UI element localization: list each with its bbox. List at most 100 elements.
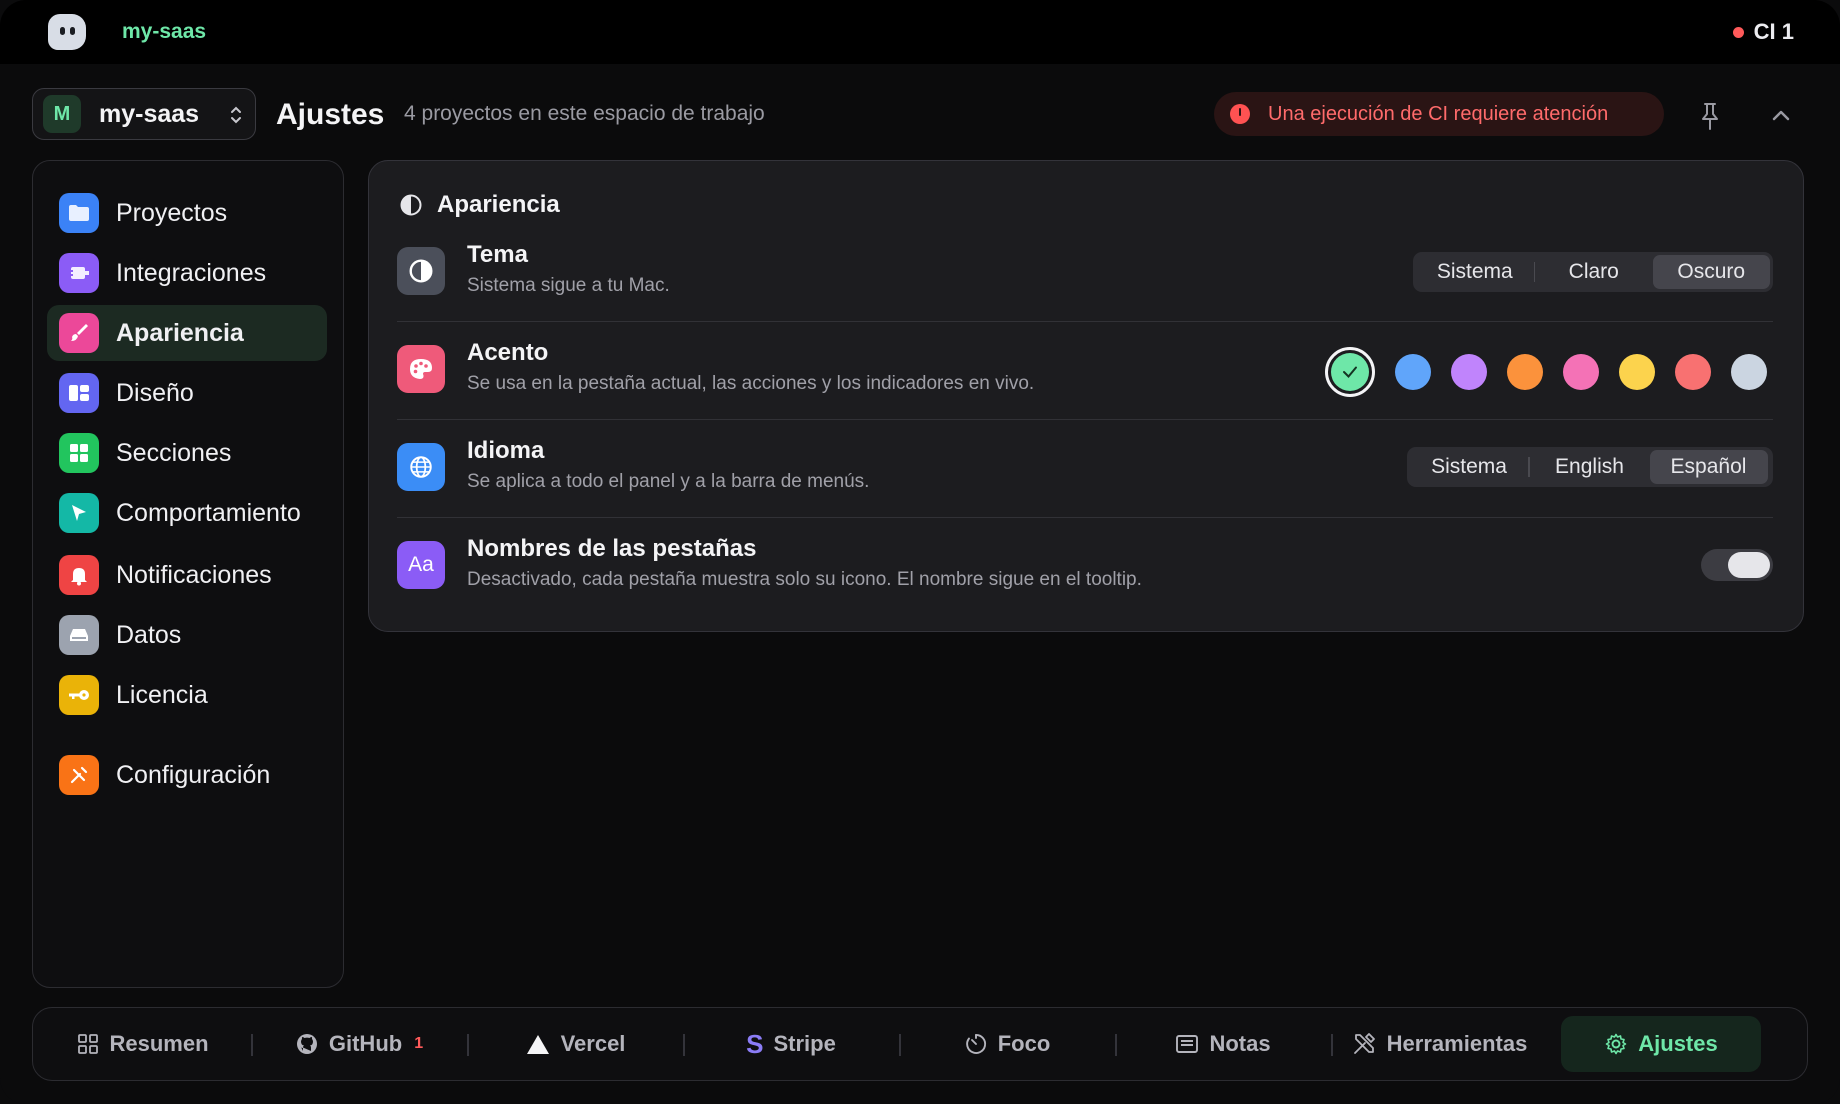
chevron-up-icon[interactable]: [1766, 100, 1796, 130]
check-icon: [1343, 366, 1357, 378]
accent-title: Acento: [467, 339, 549, 366]
sidebar-item-label: Diseño: [116, 378, 194, 407]
accent-swatch-blue[interactable]: [1395, 354, 1431, 390]
tab-names-title: Nombres de las pestañas: [467, 535, 757, 562]
paintbrush-icon: [59, 313, 99, 353]
tools-icon: [1351, 1031, 1377, 1057]
ci-status-label: CI 1: [1753, 19, 1794, 44]
bottom-tab-bar: Resumen GitHub 1 Vercel S Stripe Foco No…: [32, 1007, 1808, 1081]
accent-swatches: [1325, 347, 1767, 397]
accent-swatch-gray[interactable]: [1731, 354, 1767, 390]
accent-swatch-green[interactable]: [1325, 347, 1375, 397]
page-title: Ajustes: [276, 98, 385, 131]
appearance-card: Apariencia Tema Sistema sigue a tu Mac. …: [368, 160, 1804, 632]
tab-names-toggle[interactable]: [1701, 549, 1773, 581]
grid-icon: [77, 1033, 99, 1055]
sidebar-item-diseno[interactable]: Diseño: [47, 365, 327, 421]
tab-label: Herramientas: [1386, 1031, 1528, 1056]
key-icon: [59, 675, 99, 715]
workspace-name: my-saas: [99, 99, 200, 128]
theme-title: Tema: [467, 241, 528, 268]
tools-icon: [59, 755, 99, 795]
language-option-sistema[interactable]: Sistema: [1410, 450, 1528, 484]
accent-swatch-yellow[interactable]: [1619, 354, 1655, 390]
alert-icon: [1230, 104, 1250, 124]
workspace-selector[interactable]: M my-saas: [32, 88, 256, 140]
accent-swatch-purple[interactable]: [1451, 354, 1487, 390]
accent-swatch-red[interactable]: [1675, 354, 1711, 390]
sidebar-item-configuracion[interactable]: Configuración: [47, 747, 327, 803]
ci-status-dot-icon: [1732, 26, 1744, 38]
palette-icon: [397, 345, 445, 393]
sidebar-item-label: Notificaciones: [116, 560, 272, 589]
drive-icon: [59, 615, 99, 655]
page-subtitle: 4 proyectos en este espacio de trabajo: [404, 102, 765, 125]
sidebar-item-label: Datos: [116, 620, 182, 649]
language-title: Idioma: [467, 437, 545, 464]
language-row: Idioma Se aplica a todo el panel y a la …: [397, 419, 1773, 517]
tab-resumen[interactable]: Resumen: [43, 1016, 243, 1072]
language-option-espanol[interactable]: Español: [1649, 450, 1768, 484]
tab-herramientas[interactable]: Herramientas: [1339, 1016, 1539, 1072]
tab-names-description: Desactivado, cada pestaña muestra solo s…: [467, 569, 1142, 590]
sidebar-item-label: Configuración: [116, 760, 271, 789]
accent-swatch-pink[interactable]: [1563, 354, 1599, 390]
tab-vercel[interactable]: Vercel: [475, 1016, 675, 1072]
accent-row: Acento Se usa en la pestaña actual, las …: [397, 321, 1773, 419]
sidebar-item-integraciones[interactable]: Integraciones: [47, 245, 327, 301]
sidebar-item-datos[interactable]: Datos: [47, 607, 327, 663]
sidebar-item-notificaciones[interactable]: Notificaciones: [47, 547, 327, 603]
tab-label: Notas: [1209, 1031, 1271, 1056]
sidebar-item-comportamiento[interactable]: Comportamiento: [47, 485, 327, 541]
tab-label: Vercel: [560, 1031, 626, 1056]
plug-icon: [59, 253, 99, 293]
github-badge: 1: [414, 1035, 424, 1052]
cursor-icon: [59, 493, 99, 533]
theme-option-oscuro[interactable]: Oscuro: [1652, 255, 1770, 289]
app-logo-icon[interactable]: [48, 14, 86, 50]
theme-description: Sistema sigue a tu Mac.: [467, 275, 670, 296]
sidebar-item-secciones[interactable]: Secciones: [47, 425, 327, 481]
layout-icon: [59, 373, 99, 413]
tab-notas[interactable]: Notas: [1123, 1016, 1323, 1072]
tab-label: Stripe: [773, 1031, 836, 1056]
ci-status-indicator[interactable]: CI 1: [1732, 19, 1794, 45]
workspace-avatar: M: [43, 95, 81, 133]
sidebar-item-proyectos[interactable]: Proyectos: [47, 185, 327, 241]
theme-option-claro[interactable]: Claro: [1535, 255, 1653, 289]
language-option-english[interactable]: English: [1530, 450, 1650, 484]
settings-sidebar: Proyectos Integraciones Apariencia Diseñ…: [32, 160, 344, 988]
ci-alert-banner[interactable]: Una ejecución de CI requiere atención: [1214, 92, 1664, 136]
bell-icon: [59, 555, 99, 595]
language-description: Se aplica a todo el panel y a la barra d…: [467, 471, 870, 492]
timer-icon: [964, 1032, 988, 1056]
sidebar-item-label: Proyectos: [116, 198, 228, 227]
sidebar-item-label: Licencia: [116, 680, 208, 709]
theme-segmented-control: Sistema Claro Oscuro: [1413, 252, 1773, 292]
sidebar-item-licencia[interactable]: Licencia: [47, 667, 327, 723]
tab-stripe[interactable]: S Stripe: [691, 1016, 891, 1072]
theme-icon: [397, 247, 445, 295]
text-aa-icon: Aa: [397, 541, 445, 589]
accent-swatch-orange[interactable]: [1507, 354, 1543, 390]
pin-icon[interactable]: [1696, 100, 1724, 132]
app-window: my-saas CI 1 M my-saas Ajustes 4 proyect…: [0, 0, 1840, 1104]
sidebar-item-apariencia[interactable]: Apariencia: [47, 305, 327, 361]
tab-github[interactable]: GitHub 1: [259, 1016, 459, 1072]
card-title: Apariencia: [437, 191, 560, 218]
grid-icon: [59, 433, 99, 473]
tab-foco[interactable]: Foco: [907, 1016, 1107, 1072]
folder-icon: [59, 193, 99, 233]
tab-label: Ajustes: [1638, 1031, 1718, 1056]
triangle-icon: [525, 1033, 551, 1055]
github-icon: [295, 1032, 319, 1056]
toggle-knob: [1728, 552, 1770, 578]
theme-option-sistema[interactable]: Sistema: [1416, 255, 1534, 289]
chevron-updown-icon: [231, 106, 241, 124]
menu-project-name: my-saas: [122, 20, 207, 43]
tab-label: Resumen: [109, 1031, 209, 1056]
gear-icon: [1604, 1032, 1628, 1056]
menu-bar: my-saas CI 1: [0, 0, 1840, 64]
tab-ajustes[interactable]: Ajustes: [1561, 1016, 1761, 1072]
notes-icon: [1175, 1033, 1199, 1055]
